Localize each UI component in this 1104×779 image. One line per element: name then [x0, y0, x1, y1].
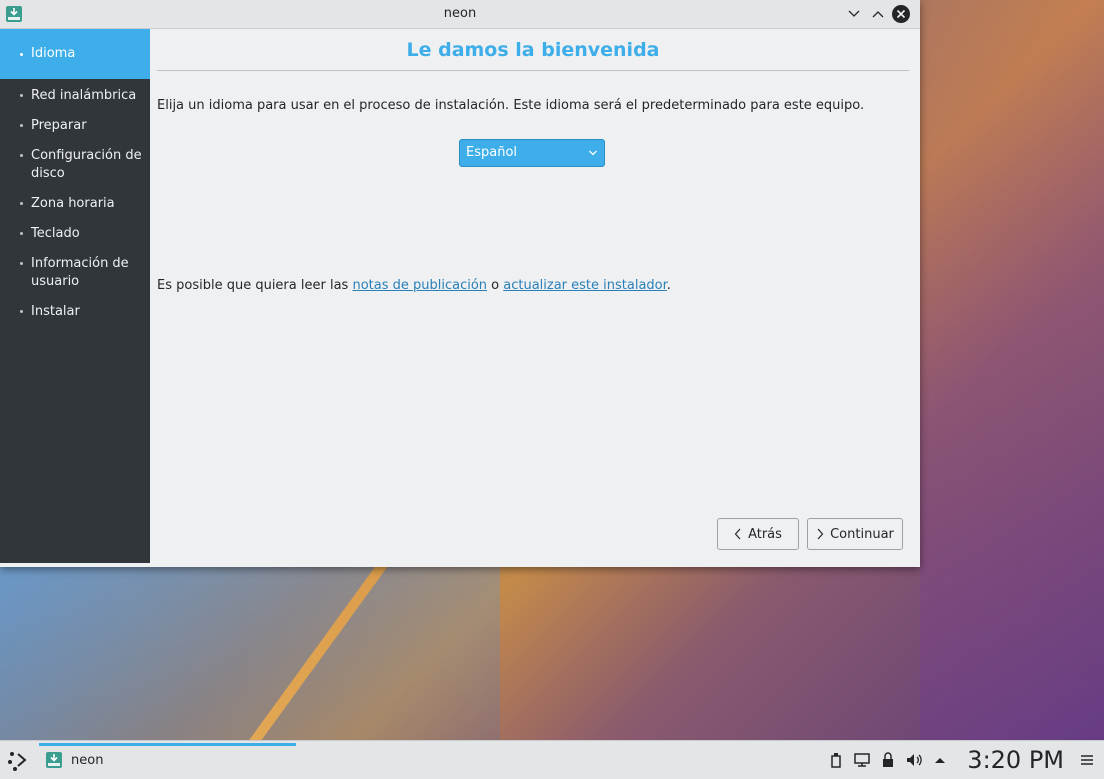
step-user-info: Información de usuario [0, 255, 150, 291]
bullet-icon [20, 202, 23, 205]
step-label: Preparar [31, 118, 87, 133]
tray-expand-icon [935, 758, 946, 763]
chevron-right-icon [817, 528, 824, 540]
step-label: Teclado [31, 226, 80, 241]
volume-tray-button[interactable] [905, 751, 923, 769]
step-label: Información de usuario [31, 256, 129, 289]
steps-sidebar: Idioma Red inalámbrica Preparar Configur… [0, 29, 150, 563]
active-task-indicator [39, 743, 296, 746]
step-label: Configuración de disco [31, 148, 142, 181]
step-timezone: Zona horaria [0, 195, 150, 213]
usb-tray-button[interactable] [827, 751, 845, 769]
installer-window: neon Idioma Red inalámbrica Preparar Con… [0, 0, 920, 567]
language-select[interactable]: Español [459, 139, 605, 167]
network-tray-button[interactable] [853, 751, 871, 769]
step-label: Zona horaria [31, 196, 115, 211]
panel-menu-button[interactable] [1078, 751, 1096, 769]
maximize-button[interactable] [869, 5, 887, 23]
notes-suffix: . [666, 278, 671, 293]
back-button[interactable]: Atrás [717, 518, 799, 550]
tray-expand-button[interactable] [931, 751, 949, 769]
lock-tray-button[interactable] [879, 751, 897, 769]
minimize-icon [848, 10, 860, 17]
intro-text: Elija un idioma para usar en el proceso … [157, 98, 865, 113]
continue-button[interactable]: Continuar [807, 518, 903, 550]
step-label: Idioma [31, 46, 76, 61]
step-wireless: Red inalámbrica [0, 87, 150, 105]
titlebar[interactable]: neon [0, 0, 920, 29]
taskbar: neon 3:20 PM [0, 740, 1104, 779]
step-prepare: Preparar [0, 117, 150, 135]
step-disk-setup: Configuración de disco [0, 147, 150, 183]
bullet-icon [20, 232, 23, 235]
task-label: neon [71, 752, 104, 768]
wallpaper-shade [0, 566, 500, 746]
chevron-left-icon [734, 528, 741, 540]
bullet-icon [20, 94, 23, 97]
welcome-page: Le damos la bienvenida Elija un idioma p… [157, 29, 909, 563]
step-label: Instalar [31, 304, 80, 319]
notes-prefix: Es posible que quiera leer las [157, 278, 353, 293]
divider [157, 70, 909, 71]
lock-icon [883, 752, 894, 767]
usb-icon [831, 753, 842, 768]
volume-icon [907, 754, 923, 766]
window-title: neon [443, 6, 477, 21]
system-tray: 3:20 PM [827, 741, 1104, 779]
bullet-icon [20, 262, 23, 265]
clock[interactable]: 3:20 PM [967, 746, 1064, 774]
language-select-value: Español [466, 145, 518, 160]
release-notes-link[interactable]: notas de publicación [352, 278, 487, 293]
page-title: Le damos la bienvenida [406, 39, 660, 61]
menu-icon [1081, 755, 1093, 765]
notes-middle: o [487, 278, 504, 293]
bullet-icon [20, 310, 23, 313]
launcher-icon[interactable] [6, 748, 30, 772]
bullet-icon [20, 53, 23, 56]
close-button[interactable] [892, 5, 910, 23]
chevron-down-icon [589, 150, 597, 156]
step-keyboard: Teclado [0, 225, 150, 243]
step-install: Instalar [0, 303, 150, 321]
step-language: Idioma [0, 29, 150, 79]
wallpaper-shade [920, 0, 1104, 740]
minimize-button[interactable] [845, 5, 863, 23]
network-icon [854, 753, 871, 767]
update-installer-link[interactable]: actualizar este instalador [503, 278, 667, 293]
bullet-icon [20, 124, 23, 127]
continue-label: Continuar [830, 526, 894, 542]
installer-icon [46, 752, 62, 768]
taskbar-item-neon[interactable]: neon [45, 751, 103, 769]
step-label: Red inalámbrica [31, 88, 137, 103]
close-icon [896, 9, 906, 19]
maximize-icon [872, 11, 884, 18]
back-label: Atrás [748, 526, 782, 542]
release-notes-text: Es posible que quiera leer las notas de … [157, 278, 671, 293]
bullet-icon [20, 154, 23, 157]
